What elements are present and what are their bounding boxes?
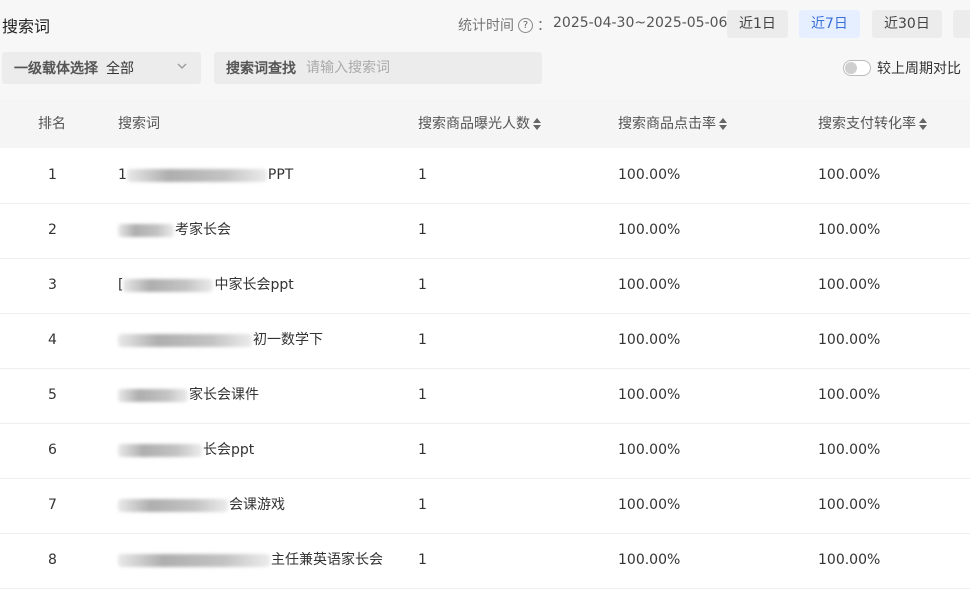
redacted-mask <box>123 278 214 292</box>
row-cvr: 100.00% <box>818 552 881 568</box>
toggle-knob <box>845 62 857 74</box>
col-term: 搜索词 <box>118 116 160 132</box>
compare-label: 较上周期对比 <box>877 61 961 77</box>
row-rank: 2 <box>48 222 57 238</box>
redacted-mask <box>118 223 174 237</box>
term-text: 会课游戏 <box>229 497 285 513</box>
row-ctr: 100.00% <box>618 552 681 568</box>
row-cvr: 100.00% <box>818 332 881 348</box>
row-rank: 3 <box>48 277 57 293</box>
sort-icon[interactable] <box>533 117 541 131</box>
row-exposure: 1 <box>418 167 427 183</box>
row-term: 长会ppt <box>118 423 254 478</box>
redacted-mask <box>126 168 267 182</box>
col-ctr[interactable]: 搜索商品点击率 <box>618 100 727 148</box>
row-exposure: 1 <box>418 552 427 568</box>
row-rank: 4 <box>48 332 57 348</box>
carrier-select-value: 全部 <box>106 61 134 77</box>
term-text: 中家长会ppt <box>214 277 294 293</box>
row-cvr: 100.00% <box>818 167 881 183</box>
row-ctr: 100.00% <box>618 442 681 458</box>
term-text: 考家长会 <box>175 222 231 238</box>
redacted-mask <box>118 443 202 457</box>
row-term: [中家长会ppt <box>118 258 294 313</box>
help-icon[interactable]: ? <box>518 17 533 33</box>
carrier-select-label: 一级载体选择 <box>14 61 98 77</box>
row-ctr: 100.00% <box>618 332 681 348</box>
row-exposure: 1 <box>418 497 427 513</box>
row-exposure: 1 <box>418 277 427 293</box>
table-row: 8 主任兼英语家长会 1 100.00% 100.00% <box>0 533 970 589</box>
search-field[interactable]: 搜索词查找 <box>214 52 542 84</box>
col-exposure-label: 搜索商品曝光人数 <box>418 116 530 132</box>
stat-colon: ： <box>537 18 551 34</box>
search-field-label: 搜索词查找 <box>226 61 296 77</box>
sort-icon[interactable] <box>919 117 927 131</box>
range-1d-button[interactable]: 近1日 <box>727 10 788 38</box>
range-more-button[interactable] <box>953 10 970 38</box>
row-ctr: 100.00% <box>618 167 681 183</box>
table-row: 4 初一数学下 1 100.00% 100.00% <box>0 313 970 369</box>
col-cvr[interactable]: 搜索支付转化率 <box>818 100 927 148</box>
row-ctr: 100.00% <box>618 277 681 293</box>
row-term: 初一数学下 <box>118 313 323 368</box>
term-lead: 1 <box>118 167 127 183</box>
carrier-select[interactable]: 一级载体选择 全部 <box>2 52 201 84</box>
redacted-mask <box>118 388 188 402</box>
redacted-mask <box>118 333 252 347</box>
row-exposure: 1 <box>418 222 427 238</box>
term-text: 家长会课件 <box>189 387 259 403</box>
page-title: 搜索词 <box>2 17 51 36</box>
term-text: PPT <box>267 167 294 183</box>
table-row: 3 [中家长会ppt 1 100.00% 100.00% <box>0 258 970 314</box>
row-term: 会课游戏 <box>118 478 285 533</box>
row-cvr: 100.00% <box>818 442 881 458</box>
date-range: 2025-04-30~2025-05-06 <box>553 15 728 31</box>
table-row: 6 长会ppt 1 100.00% 100.00% <box>0 423 970 479</box>
row-term: 考家长会 <box>118 203 231 258</box>
col-rank: 排名 <box>38 116 66 132</box>
row-term: 主任兼英语家长会 <box>118 533 383 588</box>
top-panel: 搜索词 统计时间 ? ： 2025-04-30~2025-05-06 近1日 近… <box>0 0 970 100</box>
row-rank: 8 <box>48 552 57 568</box>
row-exposure: 1 <box>418 387 427 403</box>
row-cvr: 100.00% <box>818 387 881 403</box>
col-cvr-label: 搜索支付转化率 <box>818 116 916 132</box>
range-7d-button[interactable]: 近7日 <box>799 10 860 38</box>
row-ctr: 100.00% <box>618 387 681 403</box>
col-exposure[interactable]: 搜索商品曝光人数 <box>418 100 541 148</box>
compare-toggle[interactable] <box>843 60 871 76</box>
table-header: 排名 搜索词 搜索商品曝光人数 搜索商品点击率 搜索支付转化率 <box>0 100 970 148</box>
row-rank: 7 <box>48 497 57 513</box>
row-rank: 5 <box>48 387 57 403</box>
row-exposure: 1 <box>418 332 427 348</box>
chevron-down-icon <box>177 61 187 74</box>
row-rank: 1 <box>48 167 57 183</box>
range-30d-button[interactable]: 近30日 <box>872 10 942 38</box>
row-cvr: 100.00% <box>818 497 881 513</box>
row-ctr: 100.00% <box>618 222 681 238</box>
row-term: 家长会课件 <box>118 368 259 423</box>
sort-icon[interactable] <box>719 117 727 131</box>
table-row: 2 考家长会 1 100.00% 100.00% <box>0 203 970 259</box>
stat-label: 统计时间 <box>458 18 514 34</box>
term-text: 长会ppt <box>203 442 255 458</box>
stat-time-label: 统计时间 ? ： <box>458 15 559 35</box>
row-cvr: 100.00% <box>818 222 881 238</box>
term-text: 初一数学下 <box>253 332 323 348</box>
row-term: 1 PPT <box>118 148 293 203</box>
compare-toggle-group[interactable]: 较上周期对比 <box>843 58 961 78</box>
row-cvr: 100.00% <box>818 277 881 293</box>
table-row: 7 会课游戏 1 100.00% 100.00% <box>0 478 970 534</box>
row-ctr: 100.00% <box>618 497 681 513</box>
row-exposure: 1 <box>418 442 427 458</box>
col-ctr-label: 搜索商品点击率 <box>618 116 716 132</box>
redacted-mask <box>118 498 228 512</box>
redacted-mask <box>118 553 270 567</box>
term-text: 主任兼英语家长会 <box>271 552 383 568</box>
table-row: 5 家长会课件 1 100.00% 100.00% <box>0 368 970 424</box>
row-rank: 6 <box>48 442 57 458</box>
search-input[interactable] <box>304 59 528 77</box>
table-row: 1 1 PPT 1 100.00% 100.00% <box>0 148 970 204</box>
